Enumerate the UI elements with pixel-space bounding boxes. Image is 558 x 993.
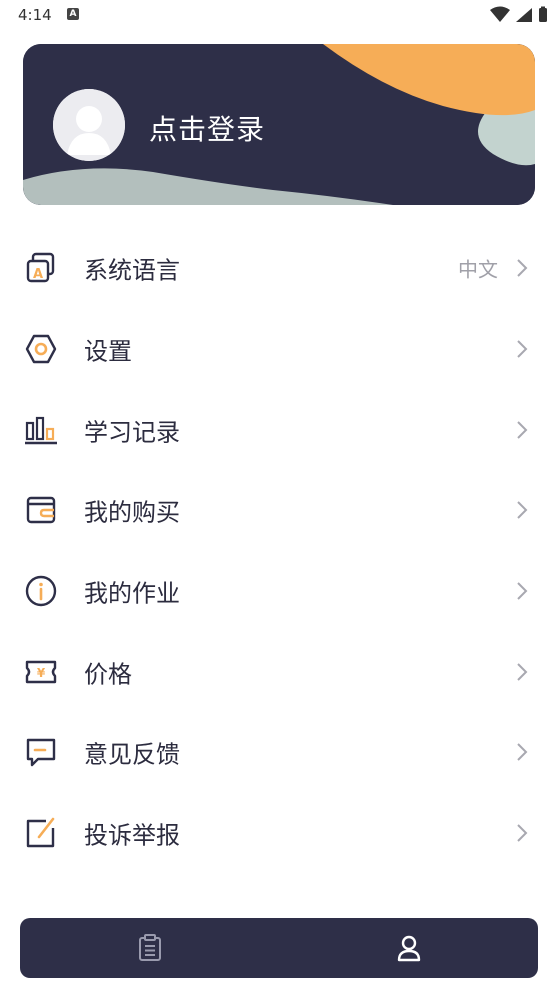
chevron-right-icon <box>517 663 528 681</box>
status-icons <box>490 6 547 22</box>
wallet-icon <box>26 497 56 524</box>
menu-label: 我的购买 <box>84 498 180 527</box>
report-icon <box>26 817 55 848</box>
signal-icon <box>516 8 532 22</box>
status-bar: 4:14 A <box>0 0 558 32</box>
svg-text:A: A <box>33 267 43 282</box>
avatar[interactable] <box>53 89 125 161</box>
wifi-icon <box>490 6 510 22</box>
chevron-right-icon <box>517 421 528 439</box>
bottom-tab-bar <box>20 918 538 978</box>
battery-icon <box>539 8 547 22</box>
menu-label: 设置 <box>84 337 132 366</box>
chevron-right-icon <box>517 501 528 520</box>
menu-item-report[interactable]: 投诉举报 <box>0 793 558 874</box>
user-icon <box>397 935 420 962</box>
menu-item-language[interactable]: A 系统语言 中文 <box>0 228 558 309</box>
status-time: 4:14 <box>18 6 52 24</box>
profile-card[interactable]: 点击登录 <box>23 44 535 205</box>
feedback-icon <box>26 739 56 767</box>
scroll-fade <box>0 880 558 908</box>
menu-item-feedback[interactable]: 意见反馈 <box>0 712 558 793</box>
menu-item-price[interactable]: ¥ 价格 <box>0 631 558 712</box>
info-icon <box>25 575 57 607</box>
login-prompt[interactable]: 点击登录 <box>149 108 265 148</box>
clipboard-icon <box>138 934 161 961</box>
menu-value: 中文 <box>458 257 498 282</box>
tab-profile[interactable] <box>279 918 538 978</box>
menu-label: 系统语言 <box>84 256 180 285</box>
chevron-right-icon <box>517 743 528 762</box>
settings-icon <box>25 334 57 364</box>
study-record-icon <box>25 416 57 444</box>
price-ticket-icon: ¥ <box>25 660 57 683</box>
settings-menu: A 系统语言 中文 设置 学习记录 我的购买 我的作业 ¥ 价格 意见反馈 投诉… <box>0 228 558 874</box>
chevron-right-icon <box>517 259 528 278</box>
menu-label: 投诉举报 <box>84 821 180 850</box>
menu-item-my-purchases[interactable]: 我的购买 <box>0 470 558 551</box>
menu-item-study-record[interactable]: 学习记录 <box>0 389 558 470</box>
tab-notes[interactable] <box>20 918 279 978</box>
chevron-right-icon <box>517 582 528 600</box>
menu-item-settings[interactable]: 设置 <box>0 309 558 390</box>
menu-label: 学习记录 <box>84 418 180 447</box>
svg-text:¥: ¥ <box>37 666 46 680</box>
menu-label: 我的作业 <box>84 579 180 608</box>
menu-label: 价格 <box>84 660 132 689</box>
chevron-right-icon <box>517 340 528 358</box>
a-icon: A <box>67 8 79 20</box>
language-icon: A <box>26 253 55 283</box>
avatar-placeholder-icon <box>53 89 125 161</box>
chevron-right-icon <box>517 824 528 842</box>
menu-item-my-homework[interactable]: 我的作业 <box>0 551 558 632</box>
menu-label: 意见反馈 <box>84 740 180 769</box>
